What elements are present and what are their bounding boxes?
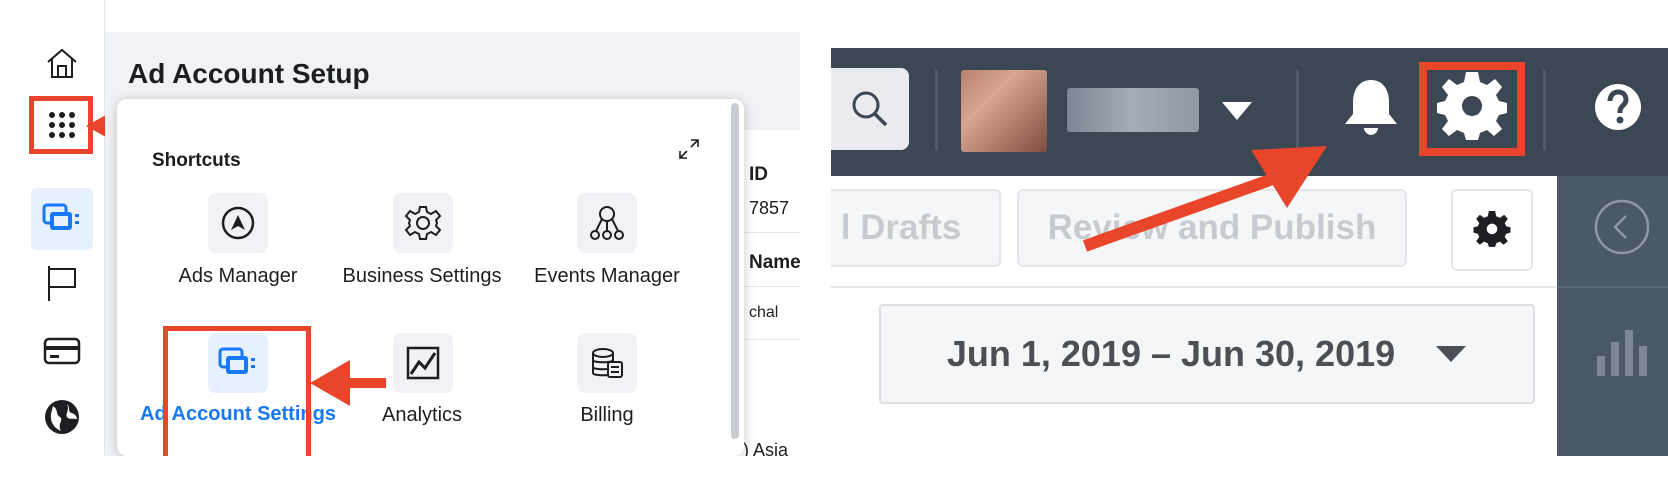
table-cell-name: chal	[749, 304, 779, 321]
ads-manager-icon[interactable]	[208, 193, 268, 253]
page-title: Ad Account Setup	[128, 58, 370, 89]
shortcuts-title: Shortcuts	[152, 150, 241, 171]
globe-icon[interactable]	[31, 386, 93, 448]
ad-accounts-icon[interactable]	[31, 188, 93, 250]
shortcut-billing[interactable]: Billing	[507, 404, 707, 427]
ad-account-settings-highlight-box	[163, 326, 311, 466]
shortcut-events-manager[interactable]: Events Manager	[507, 265, 707, 288]
gear-icon[interactable]	[393, 193, 453, 253]
credit-card-icon[interactable]	[31, 320, 93, 382]
home-icon[interactable]	[31, 32, 93, 94]
arrow-to-settings-gear-icon	[1082, 146, 1327, 252]
events-manager-icon[interactable]	[577, 193, 637, 253]
shortcut-ads-manager[interactable]: Ads Manager	[138, 265, 338, 288]
flag-icon[interactable]	[31, 252, 93, 314]
table-header-id: ID	[749, 164, 768, 185]
table-header-name: Name	[749, 252, 800, 273]
expand-icon[interactable]	[678, 138, 700, 160]
shortcut-analytics[interactable]: Analytics	[322, 404, 522, 427]
popup-scrollbar[interactable]	[731, 103, 739, 439]
analytics-icon[interactable]	[393, 333, 453, 393]
arrow-to-ad-account-settings-icon	[310, 360, 386, 406]
bottom-margin	[0, 456, 1668, 484]
shortcut-business-settings[interactable]: Business Settings	[322, 265, 522, 288]
billing-icon[interactable]	[577, 333, 637, 393]
table-cell-id: 7857	[749, 198, 790, 218]
apps-grid-highlight-box	[29, 96, 93, 154]
left-screenshot-panel: Ad Account Setup ID 7857 Name chal ) Asi…	[0, 0, 800, 484]
right-screenshot-panel: l Drafts Review and Publish Jun 1, 2019 …	[831, 48, 1668, 456]
